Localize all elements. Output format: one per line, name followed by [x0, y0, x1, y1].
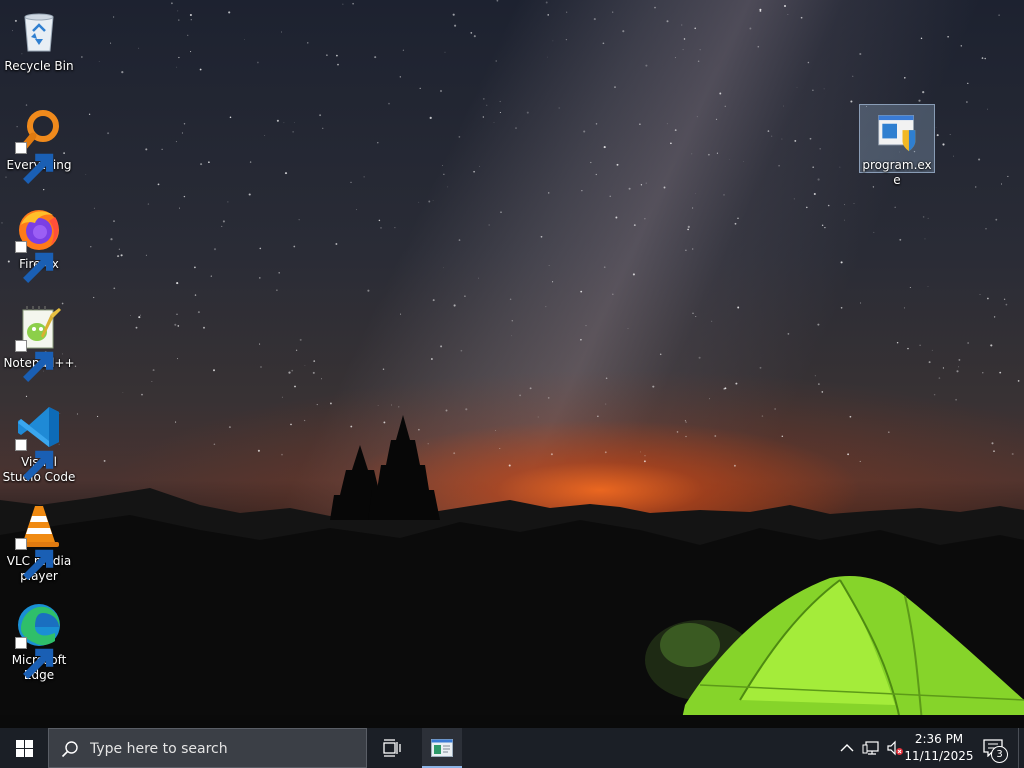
desktop-icon-program-exe[interactable]: program.exe: [859, 104, 935, 187]
desktop-icon-label: Recycle Bin: [4, 59, 74, 73]
clock-time: 2:36 PM: [914, 732, 964, 746]
desktop-icon-label: program.exe: [862, 158, 932, 187]
program-exe-icon: [875, 110, 919, 154]
shortcut-arrow-icon: [15, 241, 54, 283]
desktop-icon-edge[interactable]: Microsoft Edge: [1, 597, 77, 683]
start-button[interactable]: [0, 728, 48, 768]
desktop-icon-notepad-plus-plus[interactable]: Notepad++: [1, 300, 77, 382]
app-window-icon: [431, 739, 453, 757]
desktop-icon-vscode[interactable]: Visual Studio Code: [1, 399, 77, 485]
shortcut-arrow-icon: [15, 538, 54, 580]
taskbar-app-program-window[interactable]: [422, 728, 462, 768]
desktop-icon-firefox[interactable]: Firefox: [1, 201, 77, 283]
taskbar-search-box[interactable]: [48, 728, 367, 768]
task-view-button[interactable]: [372, 728, 412, 768]
shortcut-arrow-icon: [15, 637, 54, 679]
edge-icon: [15, 601, 63, 679]
show-desktop-button[interactable]: [1018, 728, 1024, 768]
everything-search-icon: [15, 106, 63, 184]
shortcut-arrow-icon: [15, 340, 54, 382]
network-icon[interactable]: [862, 740, 880, 756]
clock-date: 11/11/2025: [904, 749, 974, 763]
desktop-icon-vlc[interactable]: VLC media player: [1, 498, 77, 584]
firefox-icon: [15, 205, 63, 283]
recycle-bin-icon: [15, 7, 63, 55]
chevron-up-icon[interactable]: [838, 740, 856, 756]
shortcut-arrow-icon: [15, 439, 54, 481]
notification-count-badge: 3: [991, 746, 1008, 763]
desktop-icon-everything[interactable]: Everything: [1, 102, 77, 184]
search-icon: [61, 741, 78, 758]
taskbar: 2:36 PM 11/11/2025 3: [0, 728, 1024, 768]
desktop-background[interactable]: Recycle Bin Everything Firefox Notepad++…: [0, 0, 1024, 728]
volume-muted-icon[interactable]: [886, 740, 904, 756]
search-input[interactable]: [88, 738, 362, 760]
notepad-plus-plus-icon: [15, 304, 63, 382]
windows-logo-icon: [16, 740, 33, 757]
task-view-icon: [383, 739, 401, 757]
shortcut-arrow-icon: [15, 142, 54, 184]
desktop-icon-recycle-bin[interactable]: Recycle Bin: [1, 3, 77, 74]
vscode-icon: [15, 403, 63, 481]
system-clock[interactable]: 2:36 PM 11/11/2025: [903, 731, 975, 765]
vlc-icon: [15, 502, 63, 580]
